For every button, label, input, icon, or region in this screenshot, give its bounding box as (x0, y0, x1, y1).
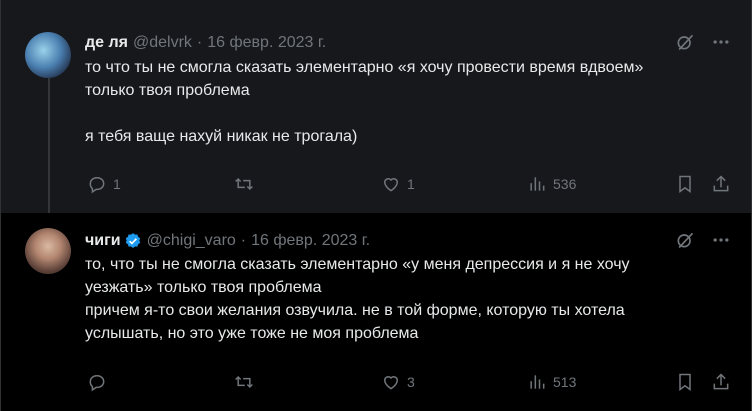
grok-icon[interactable] (675, 32, 695, 52)
share-icon (713, 373, 729, 390)
tweet-chigi-varo[interactable]: чиги @chigi_varo · 16 февр. 2023 г. то, … (1, 213, 751, 411)
retweet-button[interactable] (233, 174, 261, 194)
views-icon (530, 177, 545, 191)
tweet-text-line: услышать, но это уже тоже не моя проблем… (85, 325, 419, 342)
tweet-text-blank (85, 102, 727, 125)
action-bar: 3 513 (85, 372, 731, 394)
thread: де ля @delvrk · 16 февр. 2023 г. то что … (0, 0, 752, 411)
share-icon (713, 175, 729, 192)
tweet-text-line: причем я-то свои желания озвучила. не в … (85, 302, 625, 319)
tweet-header: чиги @chigi_varo · 16 февр. 2023 г. (85, 230, 731, 252)
like-icon (383, 178, 399, 192)
tweet-text-line: то что ты не смогла сказать элементарно … (85, 59, 644, 76)
reply-icon (89, 177, 105, 194)
reply-icon (89, 375, 105, 392)
tweet-text-line: уезжать» только твоя проблема (85, 279, 322, 296)
bookmark-button[interactable] (675, 372, 695, 392)
views-button[interactable]: 536 (527, 174, 576, 194)
like-button[interactable]: 3 (381, 372, 415, 392)
action-bar: 1 1 536 (85, 174, 731, 196)
verified-icon (124, 232, 142, 250)
tweet-date[interactable]: 16 февр. 2023 г. (251, 232, 370, 250)
author-name[interactable]: чиги (85, 232, 121, 250)
author-name[interactable]: де ля (85, 34, 128, 52)
tweet-text: то что ты не смогла сказать элементарно … (85, 56, 727, 148)
bookmark-button[interactable] (675, 174, 695, 194)
share-button[interactable] (711, 174, 731, 194)
like-button[interactable]: 1 (381, 174, 415, 194)
separator: · (196, 34, 203, 51)
grok-icon[interactable] (675, 230, 695, 250)
tweet-text: то, что ты не смогла сказать элементарно… (85, 253, 727, 345)
like-icon (383, 376, 399, 390)
bookmark-icon (679, 373, 691, 391)
header-actions (675, 32, 731, 52)
reply-button[interactable]: 1 (87, 174, 121, 194)
avatar[interactable] (25, 32, 71, 78)
retweet-icon (235, 375, 253, 389)
separator: · (240, 232, 247, 249)
view-count: 513 (553, 374, 577, 390)
retweet-icon (235, 177, 253, 191)
like-count: 3 (407, 374, 415, 390)
reply-count: 1 (113, 176, 121, 192)
avatar[interactable] (25, 228, 71, 274)
tweet-date[interactable]: 16 февр. 2023 г. (207, 34, 326, 52)
tweet-text-line: то, что ты не смогла сказать элементарно… (85, 256, 630, 273)
more-icon[interactable] (711, 230, 731, 250)
tweet-text-line: только твоя проблема (85, 82, 250, 99)
retweet-button[interactable] (233, 372, 261, 392)
views-icon (530, 375, 545, 389)
tweet-header: де ля @delvrk · 16 февр. 2023 г. (85, 32, 731, 54)
thread-connector-line (48, 78, 50, 218)
author-handle[interactable]: @chigi_varo (147, 232, 236, 250)
header-actions (675, 230, 731, 250)
author-handle[interactable]: @delvrk (133, 34, 192, 52)
more-icon[interactable] (711, 32, 731, 52)
like-count: 1 (407, 176, 415, 192)
reply-button[interactable] (87, 372, 113, 392)
tweet-text-line: я тебя ваще нахуй никак не трогала) (85, 128, 358, 145)
share-button[interactable] (711, 372, 731, 392)
bookmark-icon (679, 175, 691, 193)
view-count: 536 (553, 176, 577, 192)
tweet-delvrk[interactable]: де ля @delvrk · 16 февр. 2023 г. то что … (1, 0, 751, 218)
views-button[interactable]: 513 (527, 372, 576, 392)
